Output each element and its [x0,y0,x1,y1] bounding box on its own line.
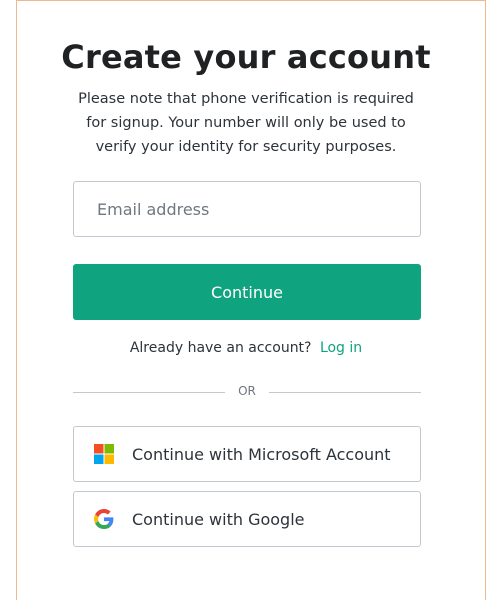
microsoft-login-label: Continue with Microsoft Account [132,444,391,464]
login-link[interactable]: Log in [320,340,362,356]
divider-line-right [269,392,421,393]
login-prompt-text: Already have an account? [129,340,312,356]
or-divider: OR [73,383,421,403]
continue-button[interactable]: Continue [73,264,421,320]
google-logo-icon [94,509,114,529]
page-title: Create your account [61,38,431,76]
email-field[interactable] [73,181,421,237]
google-login-button[interactable]: Continue with Google [73,491,421,547]
divider-label: OR [238,384,256,398]
microsoft-login-button[interactable]: Continue with Microsoft Account [73,426,421,482]
page-subtitle: Please note that phone verification is r… [78,91,414,155]
google-login-label: Continue with Google [132,509,305,529]
microsoft-logo-icon [94,444,114,464]
login-prompt: Already have an account? Log in [0,340,492,356]
email-input[interactable] [74,182,420,236]
